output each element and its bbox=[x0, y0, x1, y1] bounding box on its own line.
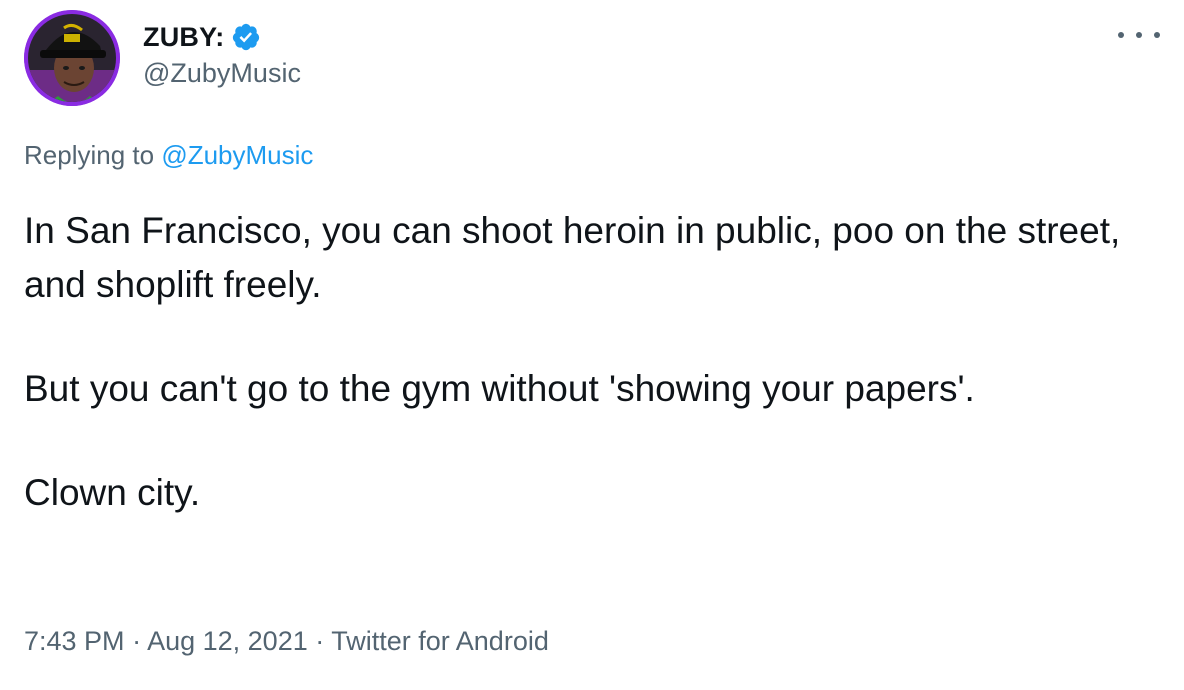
reply-mention-link[interactable]: @ZubyMusic bbox=[161, 140, 313, 170]
tweet-meta: 7:43 PM · Aug 12, 2021 · Twitter for And… bbox=[24, 626, 549, 657]
avatar[interactable] bbox=[24, 10, 120, 106]
tweet-time[interactable]: 7:43 PM bbox=[24, 626, 125, 656]
replying-to-label: Replying to bbox=[24, 140, 162, 170]
tweet-paragraph: Clown city. bbox=[24, 472, 201, 513]
verified-badge-icon bbox=[232, 23, 259, 51]
more-dot bbox=[1154, 32, 1160, 38]
tweet-paragraph: But you can't go to the gym without 'sho… bbox=[24, 368, 975, 409]
author-name-row[interactable]: ZUBY: bbox=[143, 20, 261, 54]
tweet-paragraph: In San Francisco, you can shoot heroin i… bbox=[24, 210, 1121, 305]
meta-separator: · bbox=[124, 626, 148, 656]
tweet-date[interactable]: Aug 12, 2021 bbox=[147, 626, 308, 656]
meta-separator: · bbox=[307, 626, 332, 656]
display-name[interactable]: ZUBY: bbox=[143, 22, 225, 53]
tweet-source[interactable]: Twitter for Android bbox=[331, 626, 549, 656]
replying-to: Replying to @ZubyMusic bbox=[24, 140, 313, 171]
more-dot bbox=[1136, 32, 1142, 38]
more-options-icon[interactable] bbox=[1118, 20, 1160, 50]
tweet-text: In San Francisco, you can shoot heroin i… bbox=[24, 204, 1144, 520]
more-dot bbox=[1118, 32, 1124, 38]
avatar-image bbox=[24, 10, 120, 106]
author-handle[interactable]: @ZubyMusic bbox=[143, 58, 301, 89]
tweet: ZUBY: @ZubyMusic Replying to @ZubyMusic … bbox=[0, 0, 1184, 690]
